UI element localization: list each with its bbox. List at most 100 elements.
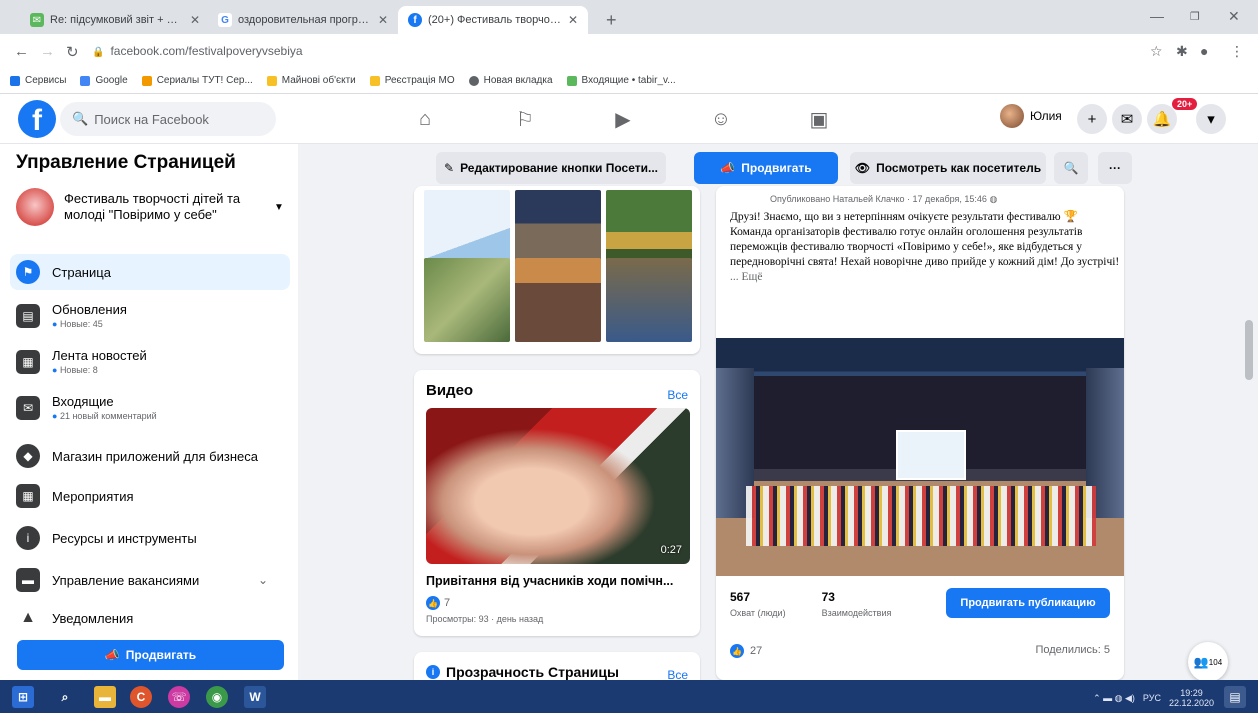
- close-tab-icon[interactable]: ✕: [378, 13, 388, 27]
- browser-tab-1[interactable]: ✉ Re: підсумковий звіт + монітор ✕: [20, 6, 210, 34]
- photo-thumb[interactable]: [606, 258, 692, 342]
- search-input[interactable]: 🔍 Поиск на Facebook: [60, 102, 276, 136]
- video-likes: 👍 7: [426, 596, 450, 610]
- sidebar-item-page[interactable]: ⚑ Страница: [10, 254, 290, 290]
- url-field[interactable]: 🔒 facebook.com/festivalpoveryvsebiya: [92, 44, 303, 58]
- like-icon: 👍: [730, 644, 744, 658]
- profile-button[interactable]: Юлия: [1000, 104, 1062, 128]
- edit-visit-button[interactable]: ✎ Редактирование кнопки Посети...: [436, 152, 666, 184]
- page-selector[interactable]: Фестиваль творчості дітей та молоді "Пов…: [16, 188, 286, 226]
- promote-button[interactable]: 📣 Продвигать: [694, 152, 838, 184]
- sidebar-item-resources[interactable]: i Ресурсы и инструменты: [16, 526, 286, 550]
- input-language[interactable]: РУС: [1143, 693, 1161, 703]
- create-icon[interactable]: +: [1077, 104, 1107, 134]
- stat-reach: 567 Охват (люди): [730, 590, 786, 618]
- promote-label: Продвигать: [125, 648, 197, 662]
- bookmark-item[interactable]: Входящие • tabir_v...: [566, 75, 676, 86]
- sidebar-item-notifications[interactable]: ▲ Уведомления: [16, 606, 286, 630]
- new-tab-icon[interactable]: +: [606, 10, 617, 31]
- post-shares[interactable]: Поделились: 5: [1035, 644, 1110, 656]
- post-image[interactable]: [716, 338, 1124, 576]
- account-menu-chevron-icon[interactable]: ▾: [1196, 104, 1226, 134]
- home-icon[interactable]: ⌂: [412, 106, 438, 132]
- video-all-link[interactable]: Все: [667, 388, 688, 402]
- browser-tab-2[interactable]: G оздоровительная программа ✕: [208, 6, 398, 34]
- facebook-logo-icon[interactable]: f: [18, 100, 56, 138]
- sidebar-item-jobs[interactable]: ▬ Управление вакансиями ⌄: [16, 568, 286, 592]
- profile-avatar-icon[interactable]: ●: [1200, 43, 1208, 59]
- sidebar-item-label: Лента новостей: [52, 348, 147, 363]
- restore-icon[interactable]: ❐: [1190, 10, 1200, 23]
- sidebar-item-inbox[interactable]: ✉ Входящие ● 21 новый комментарий: [16, 394, 286, 421]
- chat-contacts-button[interactable]: 👥 104: [1188, 642, 1228, 682]
- video-thumbnail[interactable]: 0:27: [426, 408, 690, 564]
- extensions-icon[interactable]: ✱: [1176, 43, 1188, 60]
- sidebar-item-news-feed[interactable]: ▦ Лента новостей ● Новые: 8: [16, 348, 286, 375]
- sidebar-item-business-apps[interactable]: ◆ Магазин приложений для бизнеса: [16, 444, 286, 468]
- pages-flag-icon[interactable]: ⚐: [512, 106, 538, 132]
- word-icon[interactable]: W: [244, 686, 266, 708]
- menu-dots-icon[interactable]: ⋮: [1230, 43, 1244, 60]
- bookmark-item[interactable]: Новая вкладка: [468, 75, 553, 86]
- url-text: facebook.com/festivalpoveryvsebiya: [110, 44, 303, 58]
- close-tab-icon[interactable]: ✕: [190, 13, 200, 27]
- tab-title: оздоровительная программа: [238, 14, 372, 26]
- people-icon: 👥: [1193, 655, 1209, 669]
- viber-icon[interactable]: ☏: [168, 686, 190, 708]
- page-scrollbar[interactable]: [1244, 94, 1254, 678]
- view-as-visitor-button[interactable]: 👁 Посмотреть как посетитель: [850, 152, 1046, 184]
- bookmark-item[interactable]: Реєстрація МО: [369, 75, 455, 86]
- facebook-header: f 🔍 Поиск на Facebook ⌂ ⚐ ▶ 9+ ☺ ▣ Юлия …: [0, 94, 1258, 208]
- watch-icon[interactable]: ▶: [610, 106, 636, 132]
- windows-start-icon[interactable]: ⊞: [12, 686, 34, 708]
- notification-center-icon[interactable]: ▤: [1224, 686, 1246, 708]
- sidebar-item-updates[interactable]: ▤ Обновления ● Новые: 45: [16, 302, 286, 329]
- search-icon[interactable]: ⌕: [54, 686, 76, 708]
- gaming-icon[interactable]: ▣: [806, 106, 832, 132]
- avatar: [1000, 104, 1024, 128]
- bell-icon[interactable]: 🔔: [1147, 104, 1177, 134]
- inbox-icon: ✉: [16, 395, 40, 420]
- scrollbar-thumb[interactable]: [1245, 320, 1253, 380]
- browser-tab-3[interactable]: f (20+) Фестиваль творчості діт ✕: [398, 6, 588, 34]
- briefcase-icon: ▬: [16, 568, 40, 592]
- back-icon[interactable]: ←: [14, 43, 29, 60]
- messenger-icon[interactable]: ✉: [1112, 104, 1142, 134]
- more-dots-icon: ···: [1109, 161, 1121, 175]
- chrome-icon[interactable]: ◉: [206, 686, 228, 708]
- groups-icon[interactable]: ☺: [708, 106, 734, 132]
- close-window-icon[interactable]: ✕: [1228, 8, 1240, 25]
- sidebar-item-label: Уведомления: [52, 610, 134, 626]
- user-name: Юлия: [1030, 109, 1062, 123]
- more-options-button[interactable]: ···: [1098, 152, 1132, 184]
- page-management-sidebar: Управление Страницей Фестиваль творчості…: [0, 144, 298, 680]
- clock[interactable]: 19:29 22.12.2020: [1169, 688, 1214, 708]
- close-tab-icon[interactable]: ✕: [568, 13, 578, 27]
- mail-icon: ✉: [30, 13, 44, 27]
- bookmark-item[interactable]: Сериалы ТУТ! Сер...: [141, 75, 253, 86]
- minimize-icon[interactable]: —: [1150, 8, 1164, 24]
- reload-icon[interactable]: ↻: [66, 43, 79, 61]
- search-page-button[interactable]: 🔍: [1054, 152, 1088, 184]
- bookmark-item[interactable]: Майнові об'єкти: [266, 75, 356, 86]
- see-more-link[interactable]: ... Ещё: [730, 271, 762, 283]
- post-likes-count: 27: [750, 645, 763, 657]
- promote-post-button[interactable]: Продвигать публикацию: [946, 588, 1110, 618]
- notifications-badge: 20+: [1172, 98, 1198, 110]
- forward-icon[interactable]: →: [40, 43, 55, 60]
- video-duration: 0:27: [660, 544, 682, 556]
- photo-thumb[interactable]: [515, 258, 601, 342]
- app-icon[interactable]: C: [130, 686, 152, 708]
- bookmark-item[interactable]: Google: [80, 75, 128, 86]
- sidebar-item-events[interactable]: ▦ Мероприятия: [16, 484, 286, 508]
- sidebar-promote-button[interactable]: 📣 Продвигать: [17, 640, 284, 670]
- bookmark-label: Реєстрація МО: [384, 75, 455, 86]
- engagement-label: Взаимодействия: [821, 608, 892, 618]
- video-caption[interactable]: Привітання від учасників ходи помічн...: [426, 574, 696, 588]
- photo-thumb[interactable]: [424, 258, 510, 342]
- file-explorer-icon[interactable]: ▬: [94, 686, 116, 708]
- bookmark-item[interactable]: Сервисы: [10, 75, 66, 86]
- star-icon[interactable]: ☆: [1150, 43, 1163, 60]
- bookmark-favicon-icon: [141, 75, 152, 86]
- bookmark-label: Новая вкладка: [483, 75, 553, 86]
